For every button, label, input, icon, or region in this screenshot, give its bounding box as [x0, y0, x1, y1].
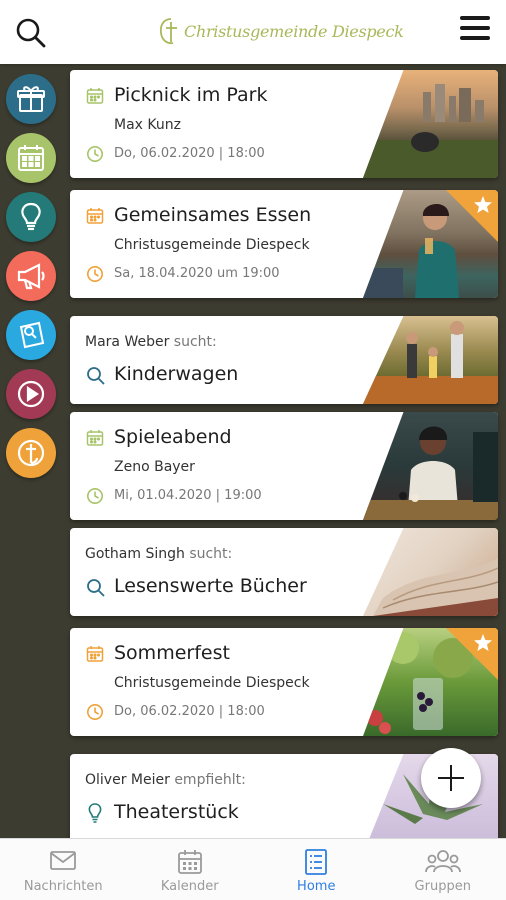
tab-label: Nachrichten [23, 879, 103, 894]
search-author-line: Gotham Singh sucht: [85, 546, 232, 562]
event-date: Do, 06.02.2020 | 18:00 [114, 704, 265, 719]
event-organizer: Christusgemeinde Diespeck [114, 237, 310, 253]
category-media[interactable] [6, 369, 56, 419]
bottom-nav: Nachrichten Kalender Home Gruppen [0, 838, 506, 900]
search-author: Gotham Singh [85, 546, 185, 562]
event-title: Spieleabend [114, 426, 232, 448]
event-title: Picknick im Park [114, 84, 268, 106]
calendar-icon [86, 208, 104, 224]
calendar-icon [177, 850, 202, 874]
search-photo [363, 528, 498, 616]
search-verb: sucht: [189, 546, 233, 562]
event-card[interactable]: Spieleabend Zeno Bayer Mi, 01.04.2020 | … [70, 412, 498, 520]
menu-button[interactable] [460, 16, 490, 42]
event-title: Sommerfest [114, 642, 230, 664]
church-logo-icon [17, 439, 45, 467]
feed: Picknick im Park Max Kunz Do, 06.02.2020… [70, 70, 498, 854]
tab-kalender[interactable]: Kalender [127, 839, 254, 900]
search-card[interactable]: Gotham Singh sucht: Lesenswerte Bücher [70, 528, 498, 616]
calendar-icon [86, 646, 104, 662]
event-photo [363, 412, 498, 520]
search-verb: sucht: [173, 334, 217, 350]
category-announcements[interactable] [6, 251, 56, 301]
clock-icon [87, 146, 103, 162]
search-author: Mara Weber [85, 334, 170, 350]
category-church[interactable] [6, 428, 56, 478]
search-photo [363, 316, 498, 404]
event-card[interactable]: Gemeinsames Essen Christusgemeinde Diesp… [70, 190, 498, 298]
search-icon [16, 18, 46, 48]
search-note-icon [19, 321, 45, 349]
list-icon [305, 849, 328, 875]
event-date: Mi, 01.04.2020 | 19:00 [114, 488, 262, 503]
star-icon [474, 634, 492, 651]
search-item: Lesenswerte Bücher [114, 575, 307, 597]
event-date: Do, 06.02.2020 | 18:00 [114, 146, 265, 161]
search-item: Kinderwagen [114, 363, 239, 385]
event-title: Gemeinsames Essen [114, 204, 312, 226]
search-icon [87, 579, 105, 597]
megaphone-icon [17, 263, 45, 290]
star-icon [474, 196, 492, 213]
tab-label: Kalender [160, 879, 219, 894]
event-organizer: Christusgemeinde Diespeck [114, 675, 310, 691]
add-button[interactable] [421, 748, 481, 808]
play-icon [17, 380, 45, 408]
tab-home[interactable]: Home [253, 839, 380, 900]
category-ideas[interactable] [6, 192, 56, 242]
category-calendar[interactable] [6, 133, 56, 183]
calendar-icon [18, 145, 44, 171]
top-bar: Christusgemeinde Diespeck [0, 0, 506, 64]
category-rail [6, 74, 58, 487]
search-author-line: Mara Weber sucht: [85, 334, 217, 350]
gift-icon [17, 86, 45, 112]
event-card[interactable]: Sommerfest Christusgemeinde Diespeck Do,… [70, 628, 498, 736]
tab-nachrichten[interactable]: Nachrichten [0, 839, 127, 900]
calendar-icon [86, 88, 104, 104]
app-logo: Christusgemeinde Diespeck [158, 14, 404, 54]
logo-text: Christusgemeinde Diespeck [184, 22, 404, 41]
lightbulb-icon [21, 202, 41, 231]
search-card[interactable]: Mara Weber sucht: Kinderwagen [70, 316, 498, 404]
cross-circle-icon [159, 18, 177, 45]
group-icon [424, 850, 461, 873]
search-button[interactable] [14, 16, 48, 50]
tab-gruppen[interactable]: Gruppen [380, 839, 506, 900]
category-search[interactable] [6, 310, 56, 360]
recommend-item: Theaterstück [114, 801, 239, 823]
mail-icon [50, 851, 77, 870]
hamburger-icon [460, 16, 490, 20]
tab-label: Gruppen [414, 879, 471, 894]
event-organizer: Zeno Bayer [114, 459, 195, 475]
lightbulb-icon [88, 803, 102, 823]
category-gift[interactable] [6, 74, 56, 124]
clock-icon [87, 704, 103, 720]
clock-icon [87, 266, 103, 282]
recommend-verb: empfiehlt: [174, 772, 246, 788]
recommend-author: Oliver Meier [85, 772, 170, 788]
event-date: Sa, 18.04.2020 um 19:00 [114, 266, 280, 281]
event-organizer: Max Kunz [114, 117, 181, 133]
search-icon [87, 367, 105, 385]
clock-icon [87, 488, 103, 504]
calendar-icon [86, 430, 104, 446]
event-photo [363, 70, 498, 178]
tab-label: Home [297, 879, 336, 894]
event-card[interactable]: Picknick im Park Max Kunz Do, 06.02.2020… [70, 70, 498, 178]
recommend-author-line: Oliver Meier empfiehlt: [85, 772, 246, 788]
